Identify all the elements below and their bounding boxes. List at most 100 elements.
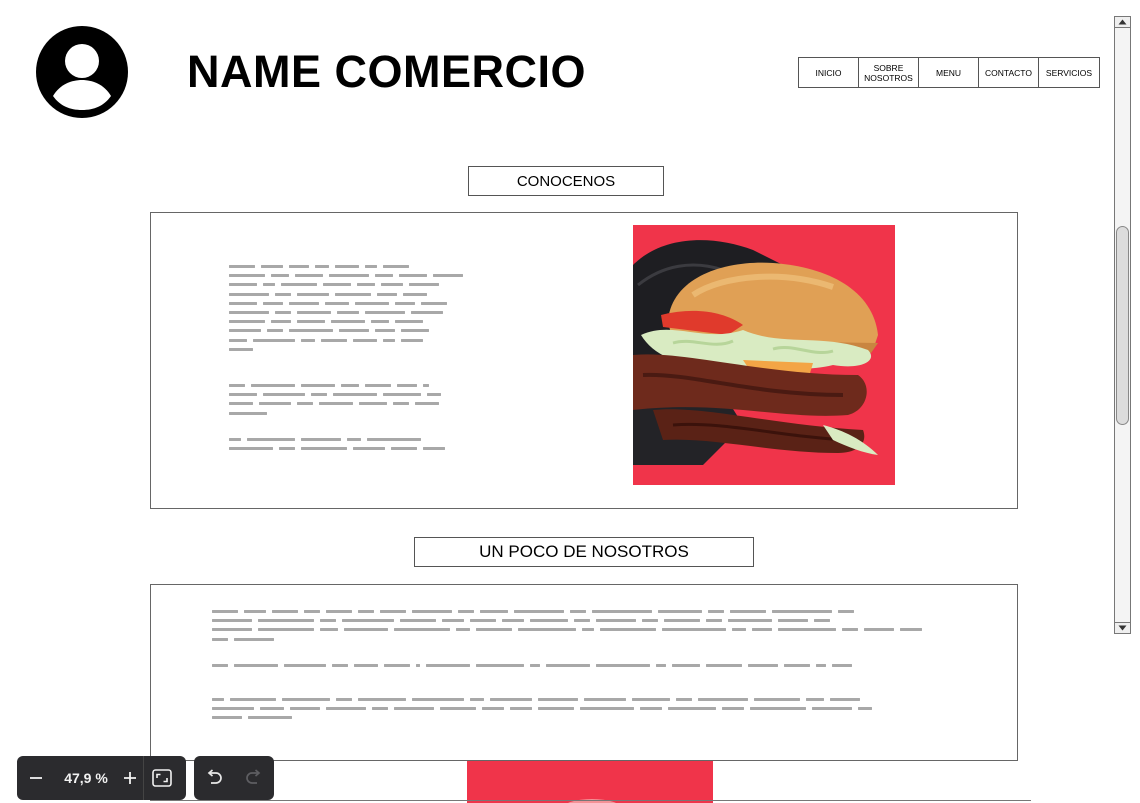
placeholder-word	[279, 447, 295, 451]
placeholder-word	[728, 619, 772, 623]
placeholder-word	[329, 274, 369, 278]
placeholder-word	[900, 628, 922, 632]
history-toolbar	[194, 756, 274, 800]
nav-menu[interactable]: MENU	[919, 58, 979, 87]
placeholder-word	[297, 310, 331, 314]
placeholder-word	[421, 301, 447, 305]
placeholder-word	[676, 698, 692, 701]
placeholder-word	[708, 610, 724, 613]
redo-button[interactable]	[234, 756, 274, 800]
placeholder-word	[301, 447, 347, 451]
placeholder-word	[403, 292, 427, 296]
placeholder-word	[371, 320, 389, 324]
about-placeholder-paragraph-1	[229, 265, 463, 351]
placeholder-word	[732, 628, 746, 632]
placeholder-text-line	[212, 637, 922, 641]
burger-photo	[633, 225, 895, 485]
placeholder-word	[258, 628, 314, 632]
vertical-scrollbar[interactable]	[1114, 16, 1131, 634]
placeholder-word	[335, 265, 359, 268]
placeholder-word	[384, 664, 410, 667]
placeholder-word	[668, 707, 716, 711]
nav-contacto[interactable]: CONTACTO	[979, 58, 1039, 87]
zoom-in-button[interactable]	[117, 756, 143, 800]
placeholder-word	[244, 610, 266, 613]
placeholder-word	[229, 301, 257, 305]
placeholder-text-line	[229, 438, 445, 441]
placeholder-word	[470, 619, 496, 623]
placeholder-word	[510, 707, 532, 711]
placeholder-word	[664, 619, 700, 623]
placeholder-word	[380, 610, 406, 613]
placeholder-word	[284, 664, 326, 667]
nav-sobre-nosotros[interactable]: SOBRE NOSOTROS	[859, 58, 919, 87]
about-placeholder-paragraph-2	[229, 384, 441, 415]
placeholder-word	[772, 610, 832, 613]
placeholder-word	[383, 338, 395, 342]
section-title-un-poco-de-nosotros: UN POCO DE NOSOTROS	[414, 537, 754, 567]
placeholder-word	[358, 610, 374, 613]
placeholder-word	[229, 265, 255, 268]
placeholder-word	[229, 402, 253, 406]
nav-inicio[interactable]: INICIO	[799, 58, 859, 87]
about-placeholder-paragraph-3	[229, 438, 445, 451]
undo-button[interactable]	[194, 756, 234, 800]
placeholder-word	[600, 628, 656, 632]
placeholder-word	[784, 664, 810, 667]
placeholder-word	[423, 384, 429, 387]
placeholder-word	[754, 698, 800, 701]
next-section-box-edge	[150, 800, 1031, 801]
placeholder-word	[229, 384, 245, 387]
placeholder-word	[830, 698, 860, 701]
placeholder-word	[400, 619, 436, 623]
placeholder-word	[258, 619, 314, 623]
placeholder-word	[263, 393, 305, 397]
placeholder-word	[658, 610, 702, 613]
placeholder-word	[354, 664, 378, 667]
placeholder-word	[580, 707, 634, 711]
placeholder-word	[229, 329, 261, 333]
placeholder-word	[574, 619, 590, 623]
placeholder-word	[816, 664, 826, 667]
nosotros-placeholder-paragraph-1	[212, 610, 922, 641]
placeholder-word	[251, 384, 295, 387]
placeholder-word	[656, 664, 666, 667]
placeholder-word	[271, 320, 291, 324]
placeholder-text-line	[229, 301, 463, 305]
placeholder-word	[357, 283, 375, 287]
placeholder-word	[336, 698, 352, 701]
placeholder-word	[706, 664, 742, 667]
main-nav: INICIO SOBRE NOSOTROS MENU CONTACTO SERV…	[798, 57, 1100, 88]
zoom-level[interactable]: 47,9 %	[55, 770, 117, 786]
placeholder-word	[229, 320, 265, 324]
scroll-down-arrow-icon[interactable]	[1115, 622, 1130, 633]
placeholder-word	[263, 301, 283, 305]
placeholder-word	[412, 698, 464, 701]
scroll-up-arrow-icon[interactable]	[1115, 17, 1130, 28]
placeholder-word	[838, 610, 854, 613]
placeholder-word	[401, 329, 429, 333]
placeholder-word	[806, 698, 824, 701]
fit-to-screen-button[interactable]	[144, 756, 180, 800]
placeholder-word	[234, 664, 278, 667]
placeholder-word	[596, 619, 636, 623]
nosotros-placeholder-paragraph-2	[212, 664, 852, 667]
placeholder-text-line	[229, 384, 441, 387]
scrollbar-thumb[interactable]	[1116, 226, 1129, 425]
placeholder-word	[229, 447, 273, 451]
placeholder-word	[333, 393, 377, 397]
placeholder-word	[353, 447, 385, 451]
placeholder-word	[423, 447, 445, 451]
placeholder-word	[470, 698, 484, 701]
zoom-out-button[interactable]	[17, 756, 55, 800]
placeholder-word	[229, 393, 257, 397]
placeholder-word	[490, 698, 532, 701]
undo-icon	[207, 769, 222, 784]
placeholder-word	[289, 301, 319, 305]
placeholder-word	[530, 619, 568, 623]
placeholder-word	[339, 329, 369, 333]
user-avatar-icon[interactable]	[36, 26, 128, 118]
nav-servicios[interactable]: SERVICIOS	[1039, 58, 1099, 87]
placeholder-word	[297, 292, 329, 296]
placeholder-word	[275, 292, 291, 296]
